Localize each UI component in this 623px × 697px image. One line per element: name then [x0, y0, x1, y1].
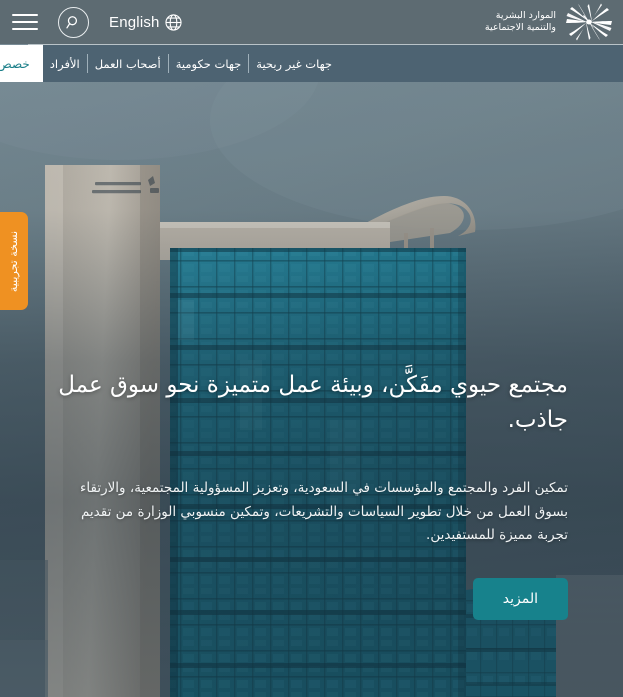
nav-item-nonprofit[interactable]: جهات غير ربحية — [249, 45, 339, 82]
nav-item-employers[interactable]: أصحاب العمل — [88, 45, 168, 82]
nav-item-customize-experience[interactable]: خصص تجربتك — [0, 45, 43, 82]
beta-version-tab[interactable]: نسخة تجريبية — [0, 212, 28, 310]
hamburger-menu-icon[interactable] — [12, 10, 38, 34]
hero-button-wrap: المزيد — [53, 577, 568, 620]
globe-icon — [165, 13, 182, 31]
primary-nav-items: جهات غير ربحية جهات حكومية أصحاب العمل ا… — [0, 45, 339, 82]
hero-title: مجتمع حيوي مفَكَّن، وبيئة عمل متميزة نحو… — [58, 372, 568, 433]
logo-text: الموارد البشرية والتنمية الاجتماعية — [485, 10, 556, 34]
site-logo[interactable]: الموارد البشرية والتنمية الاجتماعية — [485, 2, 623, 42]
palm-star-emblem-icon — [566, 3, 612, 41]
search-icon[interactable] — [58, 6, 89, 38]
language-label: English — [109, 13, 160, 31]
hero-description: تمكين الفرد والمجتمع والمؤسسات في السعود… — [80, 480, 568, 544]
site-header: English الموارد البشرية والتنمية الاجتما… — [0, 0, 623, 44]
nav-item-government[interactable]: جهات حكومية — [169, 45, 249, 82]
hero-more-button[interactable]: المزيد — [472, 577, 568, 620]
nav-item-individuals[interactable]: الأفراد — [43, 45, 87, 82]
primary-nav: جهات غير ربحية جهات حكومية أصحاب العمل ا… — [0, 45, 623, 82]
logo-text-line1: الموارد البشرية — [495, 10, 556, 22]
hero-content: مجتمع حيوي مفَكَّن، وبيئة عمل متميزة نحو… — [53, 368, 568, 620]
page-root: نسخة تجريبية English الموارد البشرية وال… — [0, 0, 623, 697]
language-switcher[interactable]: English — [109, 13, 183, 32]
header-divider — [28, 44, 623, 45]
logo-text-line2: والتنمية الاجتماعية — [484, 22, 556, 33]
beta-version-label: نسخة تجريبية — [7, 230, 21, 292]
header-left-group: English — [0, 6, 183, 38]
